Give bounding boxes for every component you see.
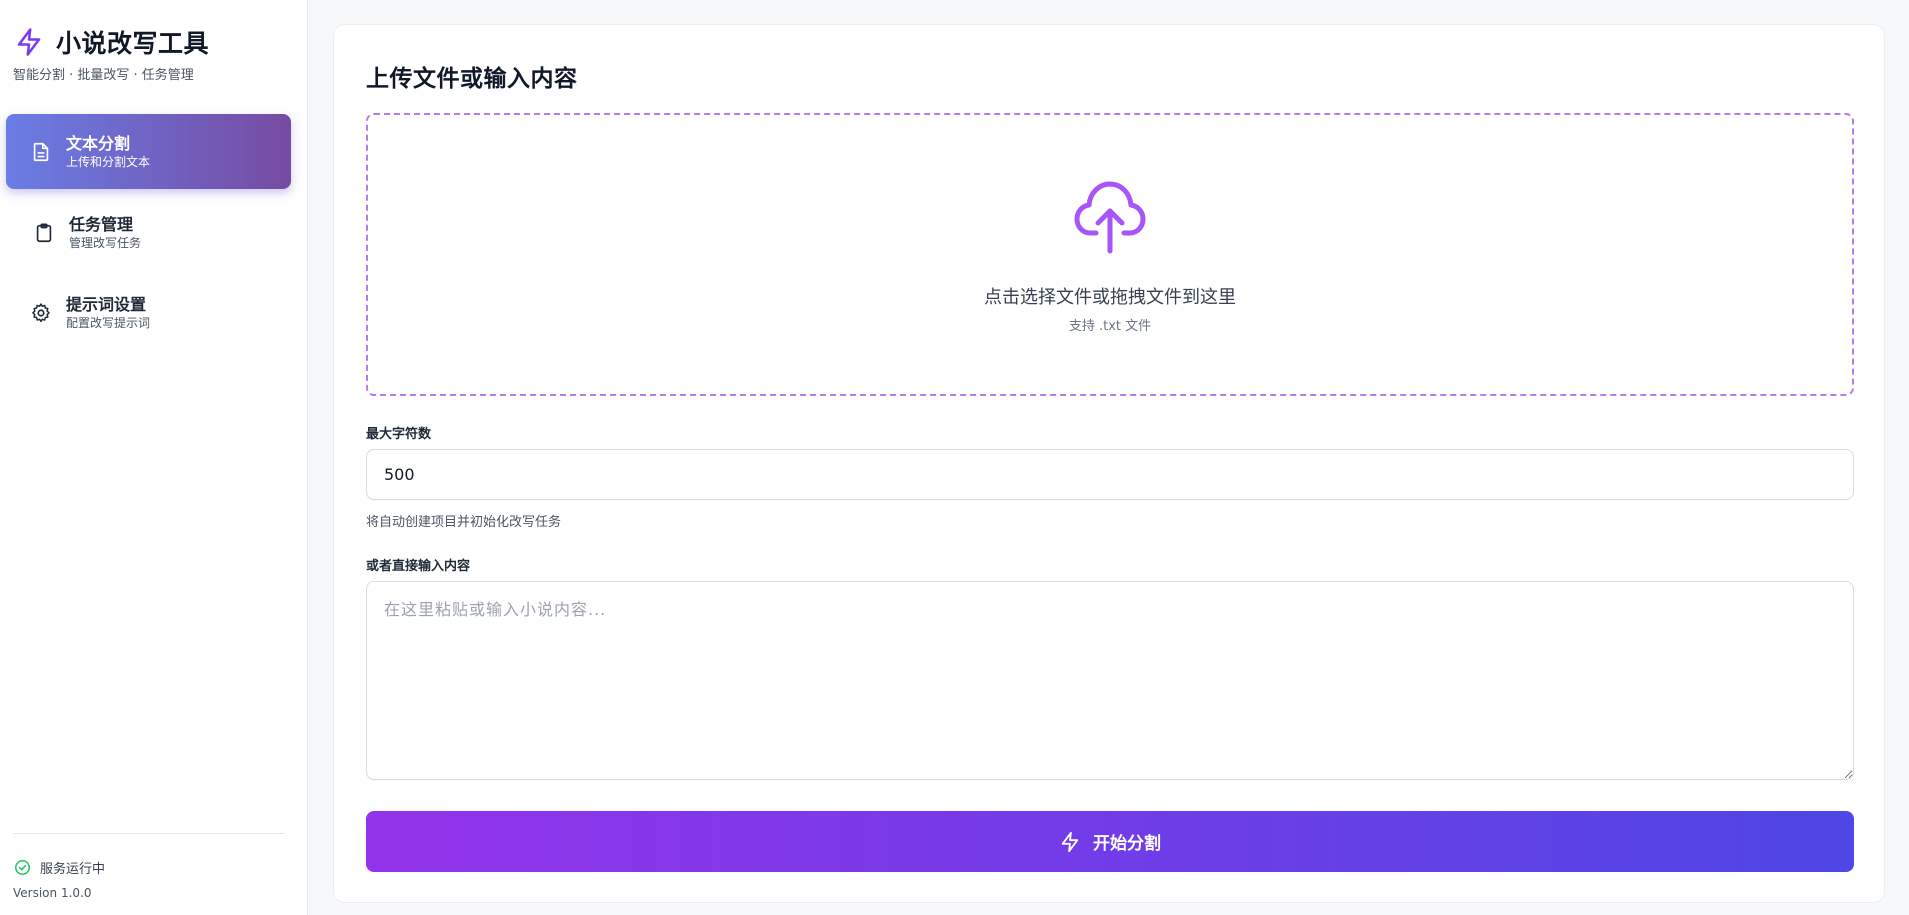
- max-chars-input[interactable]: [366, 449, 1854, 500]
- version-label: Version 1.0.0: [13, 886, 92, 900]
- sidebar-item-prompt-settings[interactable]: 提示词设置 配置改写提示词: [6, 275, 291, 350]
- dropzone-main-text: 点击选择文件或拖拽文件到这里: [984, 287, 1236, 308]
- sidebar-item-text-split[interactable]: 文本分割 上传和分割文本: [6, 114, 291, 189]
- clipboard-icon: [36, 222, 52, 242]
- service-status: 服务运行中: [14, 858, 105, 877]
- sidebar-item-label: 提示词设置: [66, 294, 147, 314]
- sidebar: 小说改写工具 智能分割 · 批量改写 · 任务管理 文本分割 上传和分割文本 任…: [0, 0, 308, 915]
- sidebar-item-desc: 配置改写提示词: [66, 315, 151, 330]
- sidebar-item-desc: 管理改写任务: [69, 235, 142, 250]
- sidebar-item-desc: 上传和分割文本: [66, 154, 151, 169]
- sidebar-item-task-management[interactable]: 任务管理 管理改写任务: [6, 195, 291, 270]
- page-title: 上传文件或输入内容: [366, 66, 578, 92]
- content-textarea[interactable]: [366, 581, 1854, 780]
- sidebar-item-label: 文本分割: [66, 133, 131, 153]
- document-icon: [33, 142, 49, 161]
- sidebar-item-label: 任务管理: [69, 214, 134, 234]
- max-chars-label: 最大字符数: [366, 427, 432, 442]
- start-split-label: 开始分割: [1093, 834, 1161, 854]
- check-circle-icon: [14, 859, 31, 876]
- status-text: 服务运行中: [40, 862, 106, 877]
- dropzone-sub-text: 支持 .txt 文件: [1068, 319, 1152, 334]
- app-title: 小说改写工具: [56, 29, 210, 58]
- main-card: 上传文件或输入内容 点击选择文件或拖拽文件到这里 支持 .txt 文件 最大字符…: [333, 24, 1885, 903]
- lightning-icon: [17, 28, 41, 56]
- file-dropzone[interactable]: 点击选择文件或拖拽文件到这里 支持 .txt 文件: [366, 113, 1854, 396]
- content-label: 或者直接输入内容: [366, 559, 471, 574]
- gear-icon: [32, 302, 50, 322]
- app-subtitle: 智能分割 · 批量改写 · 任务管理: [13, 68, 194, 83]
- sidebar-divider: [13, 833, 285, 834]
- brand: 小说改写工具: [14, 24, 209, 60]
- start-split-button[interactable]: 开始分割: [366, 811, 1854, 872]
- lightning-icon: [1061, 831, 1079, 852]
- cloud-upload-icon: [1074, 181, 1146, 254]
- max-chars-hint: 将自动创建项目并初始化改写任务: [366, 515, 562, 530]
